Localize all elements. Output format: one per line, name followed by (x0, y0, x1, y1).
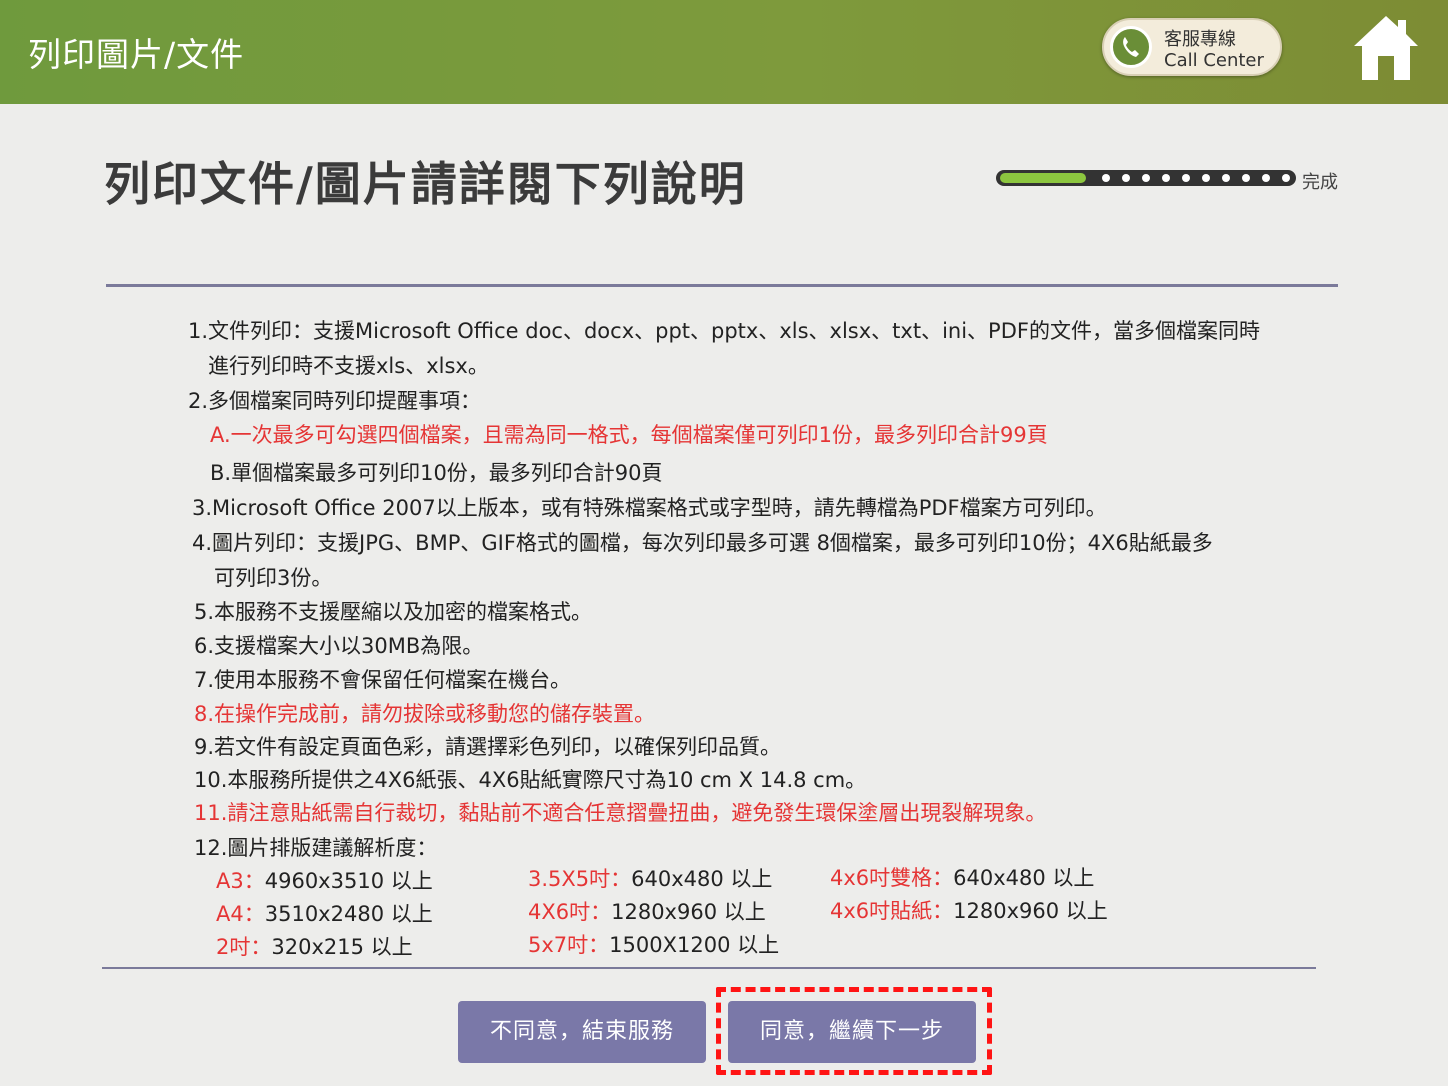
instructions-list: 1.文件列印：支援Microsoft Office doc、docx、ppt、p… (0, 0, 1448, 1086)
resolution-label: 4x6吋貼紙： (830, 899, 954, 923)
instruction-5: 5.本服務不支援壓縮以及加密的檔案格式。 (194, 600, 593, 624)
divider (102, 967, 1316, 969)
resolution-item: 4x6吋貼紙：1280x960 以上 (830, 898, 1108, 924)
resolution-label: 4x6吋雙格： (830, 866, 954, 890)
resolution-label: 5x7吋： (528, 933, 610, 957)
instruction-8: 8.在操作完成前，請勿拔除或移動您的儲存裝置。 (194, 702, 656, 726)
instruction-1: 1.文件列印：支援Microsoft Office doc、docx、ppt、p… (188, 319, 1260, 343)
resolution-label: 4X6吋： (528, 900, 612, 924)
instruction-12: 12.圖片排版建議解析度： (194, 836, 438, 860)
resolution-item: 5x7吋：1500X1200 以上 (528, 932, 779, 958)
instruction-1-cont: 進行列印時不支援xls、xlsx。 (208, 354, 489, 378)
resolution-label: A3： (216, 869, 265, 893)
resolution-value: 3510x2480 以上 (264, 902, 433, 926)
resolution-value: 320x215 以上 (271, 935, 413, 959)
resolution-value: 1280x960 以上 (953, 899, 1108, 923)
instruction-11: 11.請注意貼紙需自行裁切，黏貼前不適合任意摺疊扭曲，避免發生環保塗層出現裂解現… (194, 801, 1047, 825)
instruction-4-cont: 可列印3份。 (214, 566, 333, 590)
resolution-item: 4X6吋：1280x960 以上 (528, 899, 766, 925)
resolution-label: A4： (216, 902, 265, 926)
disagree-button[interactable]: 不同意，結束服務 (458, 1001, 706, 1063)
resolution-value: 1500X1200 以上 (609, 933, 780, 957)
resolution-value: 640x480 以上 (631, 867, 773, 891)
resolution-label: 2吋： (216, 935, 272, 959)
instruction-2: 2.多個檔案同時列印提醒事項： (188, 389, 482, 413)
instruction-10: 10.本服務所提供之4X6紙張、4X6貼紙實際尺寸為10 cm X 14.8 c… (194, 768, 867, 792)
instruction-3: 3.Microsoft Office 2007以上版本，或有特殊檔案格式或字型時… (192, 496, 1107, 520)
resolution-item: 3.5X5吋：640x480 以上 (528, 866, 772, 892)
agree-button[interactable]: 同意，繼續下一步 (728, 1001, 976, 1063)
resolution-item: A3：4960x3510 以上 (216, 868, 433, 894)
resolution-label: 3.5X5吋： (528, 867, 632, 891)
resolution-item: 4x6吋雙格：640x480 以上 (830, 865, 1094, 891)
instruction-2a: A.一次最多可勾選四個檔案，且需為同一格式，每個檔案僅可列印1份，最多列印合計9… (210, 423, 1048, 447)
resolution-item: A4：3510x2480 以上 (216, 901, 433, 927)
instruction-7: 7.使用本服務不會保留任何檔案在機台。 (194, 668, 572, 692)
instruction-9: 9.若文件有設定頁面色彩，請選擇彩色列印，以確保列印品質。 (194, 735, 782, 759)
resolution-item: 2吋：320x215 以上 (216, 934, 413, 960)
instruction-2b: B.單個檔案最多可列印10份，最多列印合計90頁 (210, 461, 663, 485)
resolution-value: 1280x960 以上 (611, 900, 766, 924)
resolution-value: 4960x3510 以上 (264, 869, 433, 893)
instruction-6: 6.支援檔案大小以30MB為限。 (194, 634, 484, 658)
instruction-4: 4.圖片列印：支援JPG、BMP、GIF格式的圖檔，每次列印最多可選 8個檔案，… (192, 531, 1213, 555)
resolution-value: 640x480 以上 (953, 866, 1095, 890)
